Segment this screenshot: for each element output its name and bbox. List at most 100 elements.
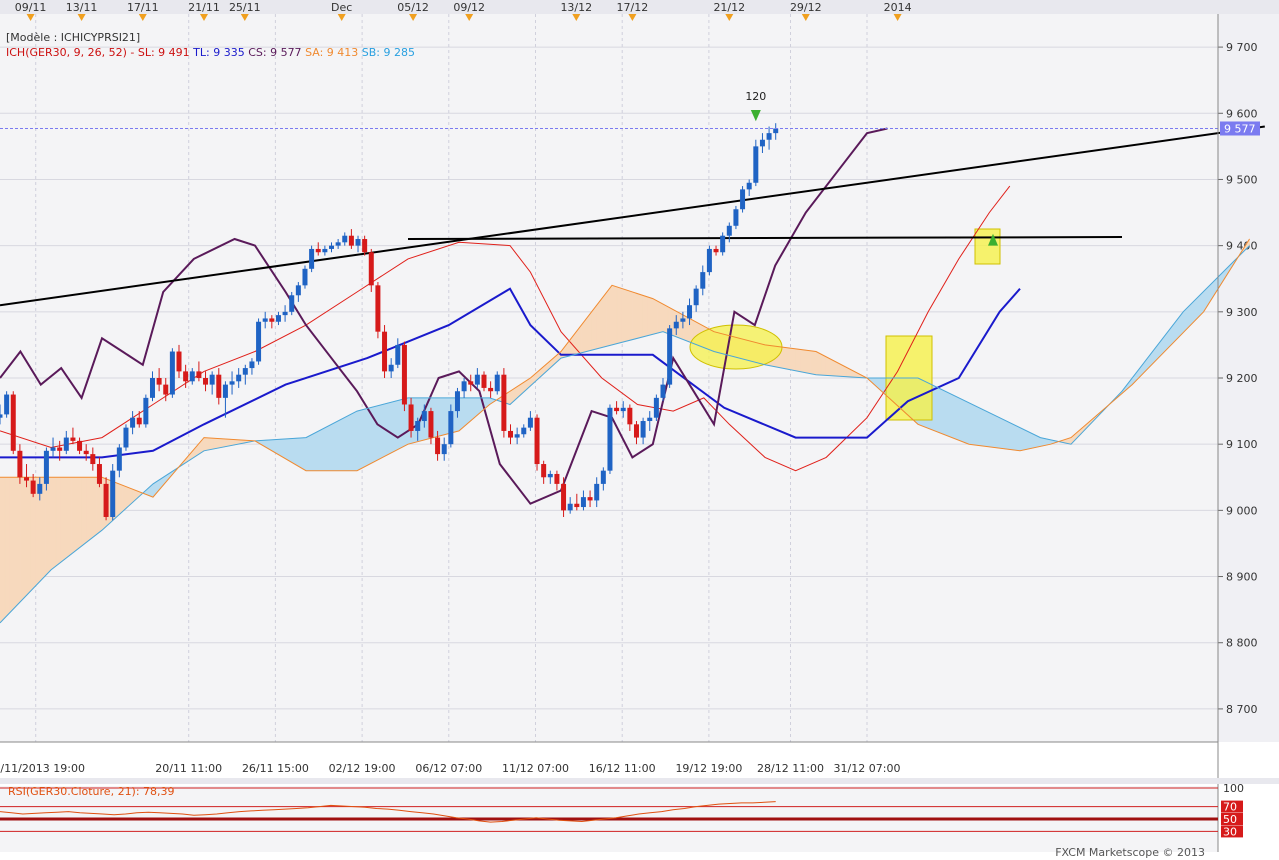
candle-body <box>428 411 434 438</box>
model-label: [Modèle : ICHICYPRSI21] <box>6 31 141 44</box>
candle-body <box>541 464 547 478</box>
candle-body <box>547 473 553 478</box>
candle-body <box>289 295 295 312</box>
candle-body <box>521 427 527 435</box>
x-tick-label: 19/12 19:00 <box>675 762 742 775</box>
candle-body <box>57 447 63 451</box>
cloud-segment <box>999 417 1006 450</box>
candle-body <box>262 318 268 322</box>
candle-body <box>726 225 732 236</box>
candle-body <box>302 268 308 286</box>
candle-body <box>315 248 321 253</box>
rsi-level-label: 70 <box>1223 801 1237 814</box>
cloud-segment <box>810 350 817 376</box>
candle-body <box>713 248 719 253</box>
candle-body <box>534 417 540 465</box>
candle-body <box>30 480 36 494</box>
cloud-segment <box>203 437 210 452</box>
cloud-segment <box>117 482 123 517</box>
cloud-segment <box>596 297 603 350</box>
cloud-segment <box>657 300 664 334</box>
candle-body <box>130 417 136 428</box>
top-date-label: 29/12 <box>790 1 822 14</box>
cloud-segment <box>219 438 225 449</box>
cloud-segment <box>290 437 297 466</box>
cloud-segment <box>601 291 608 348</box>
candle-body <box>103 483 109 517</box>
candle-body <box>468 381 474 385</box>
cloud-segment <box>983 409 990 448</box>
cloud-segment <box>815 351 822 376</box>
candle-body <box>667 328 673 385</box>
x-tick-label: 28/12 11:00 <box>757 762 824 775</box>
cloud-segment <box>632 291 638 341</box>
candle-body <box>309 248 315 269</box>
rsi-label: RSI(GER30.Cloture, 21): 78,39 <box>8 785 175 798</box>
candle-body <box>600 470 606 484</box>
candle-body <box>687 305 693 319</box>
cloud-segment <box>310 431 317 471</box>
candle-body <box>421 411 427 422</box>
candle-body <box>627 407 633 425</box>
candle-body <box>43 450 49 484</box>
ichimoku-chart[interactable]: 8 7008 8008 9009 0009 1009 2009 3009 400… <box>0 0 1279 860</box>
candle-body <box>488 387 494 392</box>
candle-body <box>77 440 83 451</box>
candle-body <box>461 381 467 392</box>
top-date-label: 09/12 <box>453 1 485 14</box>
watermark: FXCM Marketscope © 2013 <box>1055 846 1205 859</box>
candle-body <box>660 384 666 398</box>
x-tick-label: 11/12 07:00 <box>502 762 569 775</box>
candle-body <box>733 209 739 226</box>
candle-body <box>110 470 116 517</box>
candle-body <box>607 407 613 471</box>
rsi-level-label: 30 <box>1223 825 1237 838</box>
last-price-label: 9 577 <box>1224 122 1256 135</box>
candle-body <box>680 318 686 322</box>
candle-body <box>348 235 354 246</box>
candle-body <box>335 242 341 246</box>
cloud-segment <box>652 298 659 335</box>
panel-separator <box>0 778 1279 784</box>
candle-body <box>773 128 779 134</box>
candle-body <box>322 248 328 253</box>
candle-body <box>481 374 487 388</box>
candle-body <box>647 417 653 422</box>
top-date-label: 05/12 <box>397 1 429 14</box>
cloud-segment <box>989 412 995 448</box>
top-date-label: 21/12 <box>713 1 745 14</box>
candle-body <box>415 421 421 431</box>
x-tick-label: 02/12 19:00 <box>329 762 396 775</box>
x-tick-label: 20/11 11:00 <box>155 762 222 775</box>
y-tick-label: 9 200 <box>1226 372 1258 385</box>
candle-body <box>196 371 202 378</box>
cloud-segment <box>953 394 960 441</box>
cloud-segment <box>9 476 16 614</box>
cloud-segment <box>66 476 72 559</box>
candle-body <box>176 351 182 372</box>
cloud-segment <box>50 476 57 571</box>
cloud-segment <box>611 284 618 346</box>
candle-body <box>90 454 96 465</box>
candle-body <box>567 503 573 511</box>
cloud-segment <box>295 437 302 469</box>
candle-body <box>693 288 699 306</box>
candle-body <box>156 378 162 385</box>
cloud-segment <box>973 404 980 446</box>
cloud-segment <box>213 437 220 450</box>
cloud-segment <box>305 434 312 471</box>
legend-tl: TL: 9 335 <box>193 46 245 59</box>
candle-body <box>229 381 235 385</box>
candle-body <box>329 245 334 249</box>
annotation-label: 120 <box>745 90 766 103</box>
top-date-label: 13/11 <box>66 1 98 14</box>
top-date-label: 17/12 <box>617 1 649 14</box>
cloud-segment <box>371 405 378 464</box>
candle-body <box>163 384 169 395</box>
cloud-segment <box>968 402 975 446</box>
rsi-level-label: 100 <box>1223 782 1244 795</box>
candle-body <box>561 483 567 511</box>
candle-body <box>746 182 752 190</box>
cloud-segment <box>20 476 26 603</box>
cloud-segment <box>320 426 327 471</box>
